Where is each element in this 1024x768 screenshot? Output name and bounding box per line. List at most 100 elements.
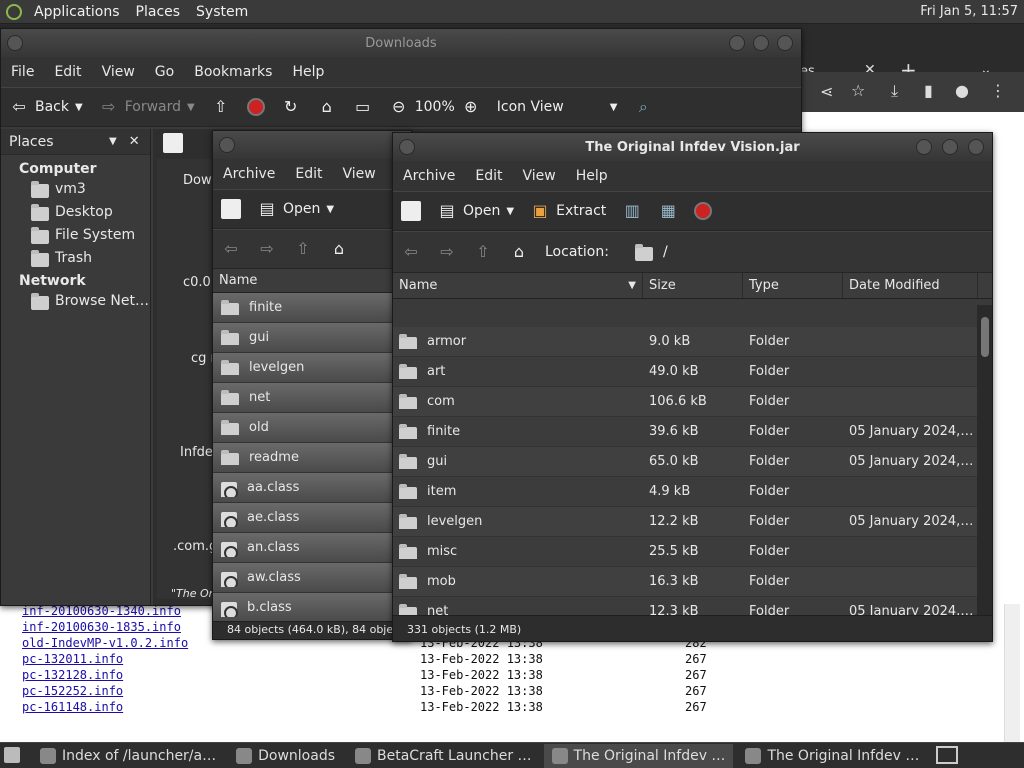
window-menu-icon[interactable]: [219, 137, 235, 153]
new-archive-button[interactable]: [393, 201, 429, 221]
nav-forward-button[interactable]: ⇨: [249, 239, 285, 259]
back-dropdown-icon[interactable]: ▼: [75, 102, 83, 113]
table-row[interactable]: com 106.6 kB Folder: [393, 387, 977, 417]
profile-icon[interactable]: ●: [955, 81, 969, 100]
show-desktop-icon[interactable]: [4, 747, 20, 763]
taskbar-item[interactable]: Downloads: [228, 744, 343, 768]
menu-kebab-icon[interactable]: ⋮: [990, 81, 1006, 100]
places-dropdown-icon[interactable]: ▼: [109, 136, 117, 147]
item-label-1[interactable]: Dow: [183, 173, 212, 188]
downloads-titlebar[interactable]: Downloads: [1, 29, 801, 57]
sidebar-item-browse-network[interactable]: Browse Net…: [1, 289, 150, 312]
menu-go[interactable]: Go: [145, 64, 184, 80]
list-item[interactable]: aa.class: [213, 473, 411, 503]
stop-button[interactable]: [239, 98, 273, 116]
forward-button[interactable]: ⇨ Forward ▼: [91, 97, 203, 117]
maximize-icon[interactable]: [753, 35, 769, 51]
maximize-icon[interactable]: [942, 139, 958, 155]
menu-edit[interactable]: Edit: [465, 168, 512, 184]
sidebar-icon[interactable]: ▮: [924, 81, 933, 100]
scrollbar-thumb[interactable]: [981, 317, 989, 357]
table-row[interactable]: item 4.9 kB Folder: [393, 477, 977, 507]
table-row[interactable]: net 12.3 kB Folder 05 January 2024, 1…: [393, 597, 977, 615]
open-button[interactable]: ▤ Open ▼: [249, 199, 342, 219]
nav-up-button[interactable]: ⇧: [465, 242, 501, 262]
menu-archive[interactable]: Archive: [213, 166, 285, 182]
listing-link[interactable]: pc-132128.info: [22, 668, 420, 684]
list-item[interactable]: levelgen: [213, 353, 411, 383]
minimize-icon[interactable]: [916, 139, 932, 155]
bookmark-star-icon[interactable]: ☆: [851, 81, 865, 100]
menu-bookmarks[interactable]: Bookmarks: [184, 64, 282, 80]
add-folder-button[interactable]: ▦: [650, 201, 686, 221]
nav-up-button[interactable]: ⇧: [285, 239, 321, 259]
sidebar-item-file-system[interactable]: File System: [1, 223, 150, 246]
column-type[interactable]: Type: [743, 273, 843, 298]
location-field[interactable]: /: [627, 244, 676, 261]
list-item[interactable]: an.class: [213, 533, 411, 563]
menu-archive[interactable]: Archive: [393, 168, 465, 184]
menu-file[interactable]: File: [1, 64, 44, 80]
open-button[interactable]: ▤ Open ▼: [429, 201, 522, 221]
download-icon[interactable]: ⤓: [891, 81, 898, 101]
list-item[interactable]: aw.class: [213, 563, 411, 593]
list-item[interactable]: net: [213, 383, 411, 413]
item-label-6[interactable]: "The Ori: [171, 587, 216, 600]
table-row[interactable]: armor 9.0 kB Folder: [393, 327, 977, 357]
item-label-5[interactable]: .com.g: [173, 539, 217, 554]
window-menu-icon[interactable]: [399, 139, 415, 155]
zoom-out-icon[interactable]: ⊖: [389, 97, 409, 117]
distro-logo-icon[interactable]: [6, 3, 22, 20]
column-name[interactable]: Name: [213, 269, 411, 292]
list-item[interactable]: ae.class: [213, 503, 411, 533]
table-row[interactable]: gui 65.0 kB Folder 05 January 2024, 1…: [393, 447, 977, 477]
home-button[interactable]: ⌂: [309, 97, 345, 117]
back-button[interactable]: ⇦ Back ▼: [1, 97, 91, 117]
list-item[interactable]: b.class: [213, 593, 411, 621]
share-icon[interactable]: ⋖: [820, 82, 833, 101]
list-item[interactable]: gui: [213, 323, 411, 353]
add-files-button[interactable]: ▥: [614, 201, 650, 221]
menu-view[interactable]: View: [333, 166, 386, 182]
item-label-4[interactable]: Infde: [180, 445, 213, 460]
stop-button[interactable]: [686, 202, 720, 220]
view-mode-select[interactable]: Icon View ▼: [489, 99, 626, 115]
panel-menu-applications[interactable]: Applications: [26, 4, 128, 20]
archive1-titlebar[interactable]: [213, 131, 411, 159]
minimize-icon[interactable]: [729, 35, 745, 51]
list-item[interactable]: old: [213, 413, 411, 443]
edit-location-icon[interactable]: [163, 133, 183, 153]
list-item[interactable]: finite: [213, 293, 411, 323]
zoom-control[interactable]: ⊖ 100% ⊕: [381, 97, 489, 117]
sidebar-item-desktop[interactable]: Desktop: [1, 200, 150, 223]
menu-edit[interactable]: Edit: [44, 64, 91, 80]
item-label-2[interactable]: c0.0.: [183, 275, 215, 290]
zoom-in-icon[interactable]: ⊕: [461, 97, 481, 117]
menu-help[interactable]: Help: [566, 168, 618, 184]
menu-help[interactable]: Help: [282, 64, 334, 80]
sidebar-item-vm3[interactable]: vm3: [1, 177, 150, 200]
taskbar-item[interactable]: BetaCraft Launcher …: [347, 744, 540, 768]
panel-clock[interactable]: Fri Jan 5, 11:57: [920, 4, 1018, 19]
open-dropdown-icon[interactable]: ▼: [506, 206, 514, 217]
places-select[interactable]: Places: [9, 134, 109, 150]
taskbar-item[interactable]: The Original Infdev …: [543, 743, 734, 768]
up-button[interactable]: ⇧: [203, 97, 239, 117]
nav-forward-button[interactable]: ⇨: [429, 242, 465, 262]
table-row[interactable]: finite 39.6 kB Folder 05 January 2024, 1…: [393, 417, 977, 447]
extract-button[interactable]: ▣ Extract: [522, 201, 614, 221]
nav-home-button[interactable]: ⌂: [501, 242, 537, 262]
archive2-scrollbar[interactable]: [977, 305, 992, 615]
panel-menu-system[interactable]: System: [188, 4, 256, 20]
new-archive-button[interactable]: [213, 199, 249, 219]
listing-link[interactable]: pc-132011.info: [22, 652, 420, 668]
archive2-titlebar[interactable]: The Original Infdev Vision.jar: [393, 133, 992, 161]
reload-button[interactable]: ↻: [273, 97, 309, 117]
forward-dropdown-icon[interactable]: ▼: [187, 102, 195, 113]
taskbar-item[interactable]: Index of /launcher/a…: [32, 744, 224, 768]
panel-menu-places[interactable]: Places: [128, 4, 189, 20]
table-row[interactable]: mob 16.3 kB Folder: [393, 567, 977, 597]
nav-home-button[interactable]: ⌂: [321, 239, 357, 259]
sidebar-item-trash[interactable]: Trash: [1, 246, 150, 269]
menu-view[interactable]: View: [92, 64, 145, 80]
